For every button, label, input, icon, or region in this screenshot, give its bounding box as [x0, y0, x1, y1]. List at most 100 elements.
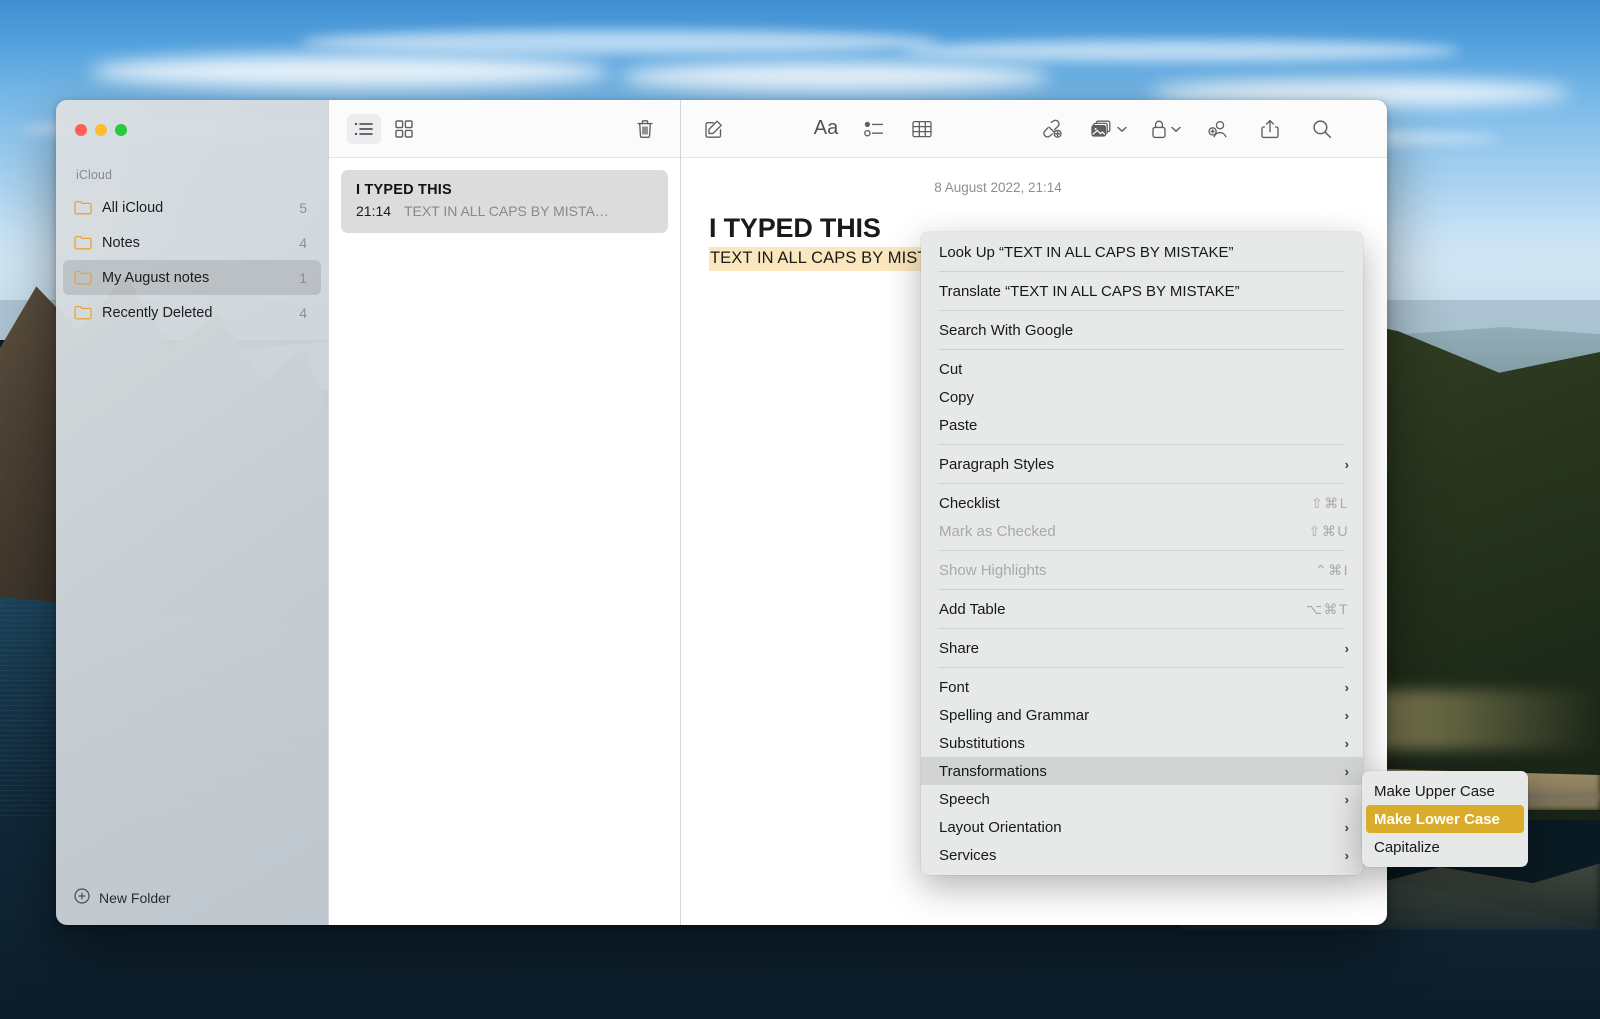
menu-separator [939, 589, 1345, 590]
note-item-snippet: TEXT IN ALL CAPS BY MISTA… [404, 203, 609, 219]
menu-item-layout-orientation[interactable]: Layout Orientation › [921, 813, 1363, 841]
menu-item-transformations[interactable]: Transformations› [921, 757, 1363, 785]
cloud-1 [90, 55, 610, 89]
folder-icon [74, 270, 92, 285]
menu-item-label: Services [939, 847, 1335, 864]
table-icon[interactable] [907, 114, 937, 144]
note-item-subtitle: 21:14 TEXT IN ALL CAPS BY MISTA… [356, 203, 653, 219]
compose-note-icon[interactable] [699, 114, 729, 144]
new-folder-button[interactable]: New Folder [74, 888, 171, 907]
menu-item-label: Share [939, 640, 1335, 657]
window-controls [75, 124, 127, 136]
menu-item-label: Look Up “TEXT IN ALL CAPS BY MISTAKE” [939, 244, 1349, 261]
sidebar-item-recently-deleted[interactable]: Recently Deleted 4 [63, 295, 321, 330]
sidebar-item-all-icloud[interactable]: All iCloud 5 [63, 190, 321, 225]
sidebar: iCloud All iCloud 5 [56, 100, 328, 925]
note-list-toolbar [329, 100, 680, 158]
menu-item-label: Speech [939, 791, 1335, 808]
sidebar-item-count: 4 [299, 235, 310, 251]
menu-item-label: Translate “TEXT IN ALL CAPS BY MISTAKE” [939, 283, 1349, 300]
folder-icon [74, 235, 92, 250]
chevron-down-icon[interactable] [1117, 120, 1127, 138]
notes-list: I TYPED THIS 21:14 TEXT IN ALL CAPS BY M… [329, 158, 680, 233]
sidebar-item-my-august-notes[interactable]: My August notes 1 [63, 260, 321, 295]
menu-item-label: Layout Orientation [939, 819, 1335, 836]
share-icon[interactable] [1255, 114, 1285, 144]
submenu-item-label: Make Lower Case [1374, 811, 1500, 828]
menu-item-shortcut: ⇧⌘U [1309, 523, 1349, 540]
add-link-icon[interactable] [1037, 114, 1067, 144]
menu-item-paragraph-styles[interactable]: Paragraph Styles› [921, 450, 1363, 478]
menu-item-search-with-google[interactable]: Search With Google [921, 316, 1363, 344]
menu-item-mark-as-checked: Mark as Checked⇧⌘U [921, 517, 1363, 545]
cloud-2 [300, 30, 940, 54]
menu-item-translate-text-in-all-caps-by-mistake[interactable]: Translate “TEXT IN ALL CAPS BY MISTAKE” [921, 277, 1363, 305]
lock-icon[interactable] [1151, 114, 1181, 144]
menu-item-label: Checklist [939, 495, 1311, 512]
menu-item-copy[interactable]: Copy [921, 383, 1363, 411]
submenu-item-label: Capitalize [1374, 839, 1440, 856]
trash-icon[interactable] [628, 114, 662, 144]
menu-separator [939, 271, 1345, 272]
chevron-right-icon: › [1345, 708, 1349, 723]
minimize-button[interactable] [95, 124, 107, 136]
editor-toolbar: Aa [681, 100, 1387, 158]
menu-item-add-table[interactable]: Add Table⌥⌘T [921, 595, 1363, 623]
menu-item-look-up-text-in-all-caps-by-mistake[interactable]: Look Up “TEXT IN ALL CAPS BY MISTAKE” [921, 238, 1363, 266]
menu-separator [939, 667, 1345, 668]
sidebar-item-label: All iCloud [102, 200, 299, 216]
format-text-icon[interactable]: Aa [811, 114, 841, 144]
menu-item-label: Substitutions [939, 735, 1335, 752]
menu-item-shortcut: ⌥⌘T [1306, 601, 1349, 618]
menu-item-label: Search With Google [939, 322, 1349, 339]
transformations-submenu: Make Upper Case Make Lower Case Capitalize [1362, 771, 1528, 867]
menu-item-shortcut: ⇧⌘L [1311, 495, 1349, 512]
sidebar-item-notes[interactable]: Notes 4 [63, 225, 321, 260]
media-icon[interactable] [1091, 114, 1127, 144]
sidebar-folder-list: All iCloud 5 Notes 4 [63, 190, 321, 330]
menu-item-substitutions[interactable]: Substitutions› [921, 729, 1363, 757]
list-view-icon[interactable] [347, 114, 381, 144]
chevron-right-icon: › [1345, 820, 1349, 835]
gallery-view-icon[interactable] [387, 114, 421, 144]
note-item-time: 21:14 [356, 203, 391, 219]
cloud-3 [620, 62, 1050, 92]
submenu-item-make-upper-case[interactable]: Make Upper Case [1362, 777, 1528, 805]
menu-separator [939, 310, 1345, 311]
note-item-title: I TYPED THIS [356, 182, 653, 198]
sidebar-item-count: 4 [299, 305, 310, 321]
plus-circle-icon [74, 888, 90, 907]
menu-item-speech[interactable]: Speech › [921, 785, 1363, 813]
menu-item-show-highlights: Show Highlights⌃⌘I [921, 556, 1363, 584]
search-icon[interactable] [1307, 114, 1337, 144]
sidebar-item-count: 1 [299, 270, 310, 286]
note-list-column: I TYPED THIS 21:14 TEXT IN ALL CAPS BY M… [328, 100, 680, 925]
chevron-down-icon[interactable] [1171, 120, 1181, 138]
menu-item-label: Cut [939, 361, 1349, 378]
menu-item-cut[interactable]: Cut [921, 355, 1363, 383]
close-button[interactable] [75, 124, 87, 136]
list-item[interactable]: I TYPED THIS 21:14 TEXT IN ALL CAPS BY M… [341, 170, 668, 233]
folder-icon [74, 305, 92, 320]
menu-item-services[interactable]: Services› [921, 841, 1363, 869]
menu-item-paste[interactable]: Paste [921, 411, 1363, 439]
menu-separator [939, 550, 1345, 551]
menu-item-font[interactable]: Font› [921, 673, 1363, 701]
collaborate-icon[interactable] [1203, 114, 1233, 144]
menu-item-spelling-and-grammar[interactable]: Spelling and Grammar › [921, 701, 1363, 729]
menu-item-share[interactable]: Share› [921, 634, 1363, 662]
zoom-button[interactable] [115, 124, 127, 136]
menu-item-label: Show Highlights [939, 562, 1315, 579]
menu-item-label: Add Table [939, 601, 1306, 618]
cloud-4 [900, 40, 1460, 62]
checklist-icon[interactable] [859, 114, 889, 144]
menu-item-checklist[interactable]: Checklist⇧⌘L [921, 489, 1363, 517]
menu-item-label: Spelling and Grammar [939, 707, 1335, 724]
folder-icon [74, 200, 92, 215]
submenu-item-make-lower-case[interactable]: Make Lower Case [1366, 805, 1524, 833]
chevron-right-icon: › [1345, 792, 1349, 807]
submenu-item-capitalize[interactable]: Capitalize [1362, 833, 1528, 861]
menu-separator [939, 628, 1345, 629]
menu-item-label: Transformations [939, 763, 1335, 780]
sidebar-item-label: Recently Deleted [102, 305, 299, 321]
